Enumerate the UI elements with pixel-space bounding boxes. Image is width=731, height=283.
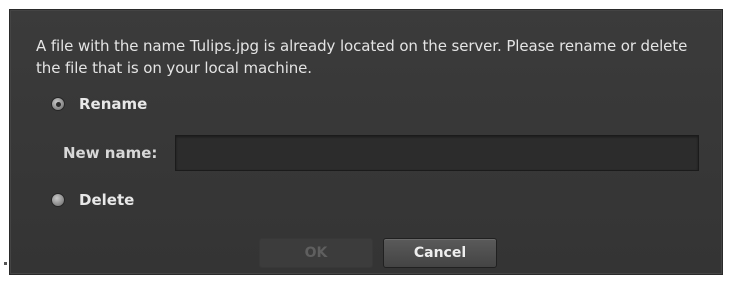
delete-label[interactable]: Delete (79, 190, 134, 210)
new-name-input[interactable] (175, 135, 699, 171)
radio-selected-dot (55, 101, 61, 107)
new-name-row: New name: (63, 135, 699, 171)
dialog-message: A file with the name Tulips.jpg is alrea… (36, 37, 688, 77)
rename-label[interactable]: Rename (79, 94, 147, 114)
rename-file-dialog: A file with the name Tulips.jpg is alrea… (9, 9, 723, 275)
delete-radio[interactable] (51, 193, 65, 207)
dialog-buttons: OK Cancel (259, 238, 497, 268)
rename-radio[interactable] (51, 97, 65, 111)
rename-option[interactable]: Rename (51, 94, 147, 114)
cancel-button[interactable]: Cancel (383, 238, 497, 268)
new-name-label: New name: (63, 144, 158, 162)
edge-mark (4, 262, 7, 265)
ok-button[interactable]: OK (259, 238, 373, 268)
delete-option[interactable]: Delete (51, 190, 134, 210)
